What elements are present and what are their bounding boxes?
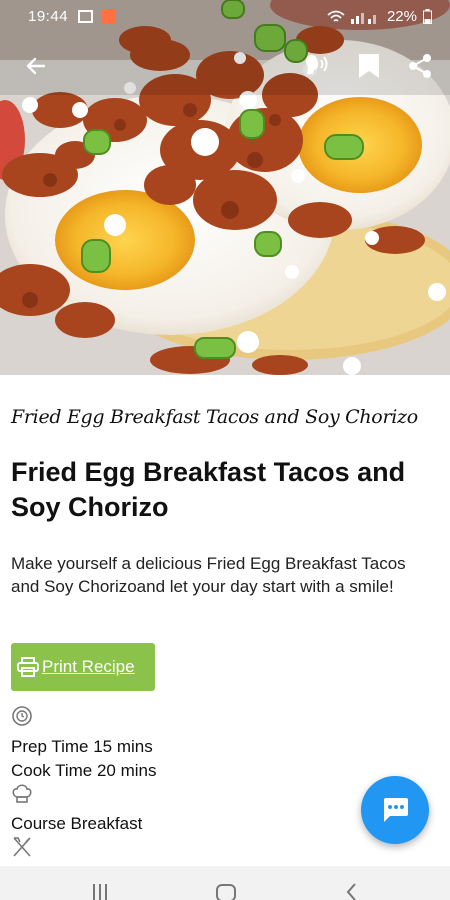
battery-icon [423,9,432,24]
chat-icon [384,798,408,822]
prep-time: Prep Time 15 mins [11,737,153,756]
print-recipe-label: Print Recipe [42,657,135,676]
timer-icon [12,706,32,726]
share-icon [409,54,431,78]
status-bar: 19:44 22% [0,0,450,34]
status-time: 19:44 [28,8,69,25]
chef-hat-icon [12,784,32,803]
speak-icon [306,55,328,74]
cook-time: Cook Time 20 mins [11,761,157,780]
back-button[interactable] [16,46,56,86]
printer-icon [17,657,39,677]
chevron-left-icon [346,883,356,900]
system-nav-bar [0,866,450,900]
recipe-description: Make yourself a delicious Fried Egg Brea… [11,554,406,596]
bookmark-button[interactable] [349,46,389,86]
print-recipe-button[interactable]: Print Recipe [11,643,155,691]
recipe-title: Fried Egg Breakfast Tacos and Soy Choriz… [11,457,406,522]
top-toolbar [0,46,450,86]
app-notification-icon [101,9,116,24]
chat-button[interactable] [361,776,429,844]
recents-icon [93,884,107,900]
notification-icons [78,9,116,24]
home-icon [216,884,236,900]
share-button[interactable] [400,46,440,86]
read-aloud-button[interactable] [296,46,336,86]
bookmark-icon [359,54,379,78]
home-button[interactable] [211,880,241,900]
back-nav-button[interactable] [337,880,367,900]
gallery-notification-icon [78,10,93,23]
signal-icon [350,12,376,24]
recipe-header-title: Fried Egg Breakfast Tacos and Soy Choriz… [11,406,418,428]
course: Course Breakfast [11,814,143,833]
system-icons: 22% [327,8,432,25]
arrow-left-icon [26,57,46,75]
recent-apps-button[interactable] [85,880,115,900]
battery-percent: 22% [386,8,417,25]
fork-knife-icon [13,837,31,857]
wifi-icon [327,10,345,22]
